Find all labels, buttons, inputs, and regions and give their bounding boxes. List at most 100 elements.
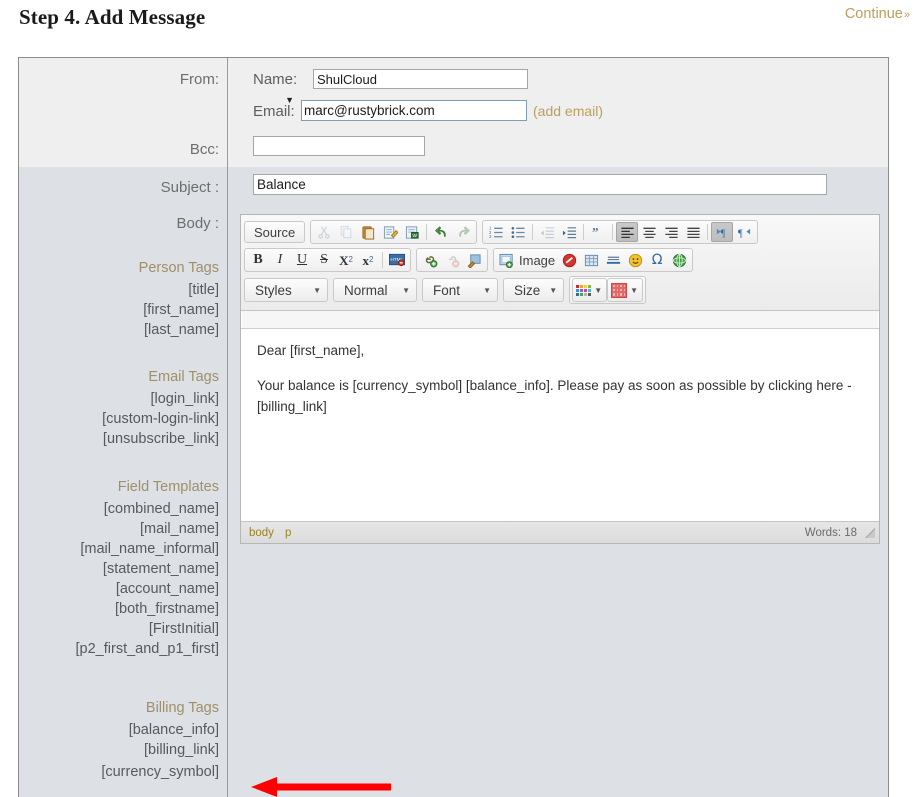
tag-combined-name[interactable]: [combined_name] bbox=[104, 501, 219, 517]
tag-first-name[interactable]: [first_name] bbox=[143, 302, 219, 318]
continue-link[interactable]: Continue» bbox=[845, 6, 910, 22]
tag-balance-info[interactable]: [balance_info] bbox=[129, 722, 219, 738]
label-bcc: Bcc: bbox=[189, 141, 219, 158]
superscript-icon[interactable]: x2 bbox=[357, 250, 379, 270]
tag-first-initial[interactable]: [FirstInitial] bbox=[149, 621, 219, 637]
chevron-down-icon: ▼ bbox=[313, 285, 321, 295]
tag-both-firstname[interactable]: [both_firstname] bbox=[115, 601, 219, 617]
toolbar-group-basic-styles: B I U S X2 x2 HTML bbox=[244, 248, 411, 272]
tag-p2-first-and-p1-first[interactable]: [p2_first_and_p1_first] bbox=[76, 641, 219, 657]
bcc-input[interactable] bbox=[253, 136, 425, 156]
image-icon[interactable]: Image bbox=[496, 250, 558, 270]
unlink-icon[interactable] bbox=[441, 250, 463, 270]
link-icon[interactable] bbox=[419, 250, 441, 270]
tag-last-name[interactable]: [last_name] bbox=[144, 322, 219, 338]
horizontal-rule-icon[interactable] bbox=[602, 250, 624, 270]
page-root: Step 4. Add Message Continue» From: Bcc:… bbox=[0, 0, 924, 797]
editor-content-area[interactable]: Dear [first_name], Your balance is [curr… bbox=[241, 328, 879, 521]
special-character-icon[interactable]: Ω bbox=[646, 250, 668, 270]
toolbar-separator bbox=[382, 252, 383, 268]
bold-icon[interactable]: B bbox=[247, 250, 269, 270]
remove-format-icon[interactable]: HTML bbox=[386, 250, 408, 270]
element-path-body[interactable]: body bbox=[249, 527, 274, 539]
toolbar-group-insert: Image Ω bbox=[493, 248, 694, 272]
tag-currency-symbol[interactable]: [currency_symbol] bbox=[101, 764, 219, 780]
text-color-icon[interactable]: ▼ bbox=[572, 278, 608, 302]
undo-icon[interactable] bbox=[430, 222, 452, 242]
add-email-link[interactable]: (add email) bbox=[533, 103, 603, 119]
justify-icon[interactable] bbox=[682, 222, 704, 242]
decrease-indent-icon[interactable] bbox=[536, 222, 558, 242]
tag-group-heading-person: Person Tags bbox=[138, 260, 219, 276]
redo-icon[interactable] bbox=[452, 222, 474, 242]
increase-indent-icon[interactable] bbox=[558, 222, 580, 242]
tag-mail-name-informal[interactable]: [mail_name_informal] bbox=[80, 541, 219, 557]
source-button[interactable]: Source bbox=[244, 221, 306, 243]
from-name-input[interactable] bbox=[313, 69, 528, 89]
tag-statement-name[interactable]: [statement_name] bbox=[103, 561, 219, 577]
italic-icon[interactable]: I bbox=[269, 250, 291, 270]
word-count: Words: 18 bbox=[804, 526, 857, 539]
continue-label: Continue bbox=[844, 6, 903, 22]
tag-title[interactable]: [title] bbox=[188, 282, 219, 298]
resize-handle-icon[interactable] bbox=[864, 527, 876, 539]
editor-toolbar: Source W 1 2 3 ” ¶ ¶ B I U S X 2 x 2 HTM… bbox=[241, 215, 879, 311]
tag-custom-login-link[interactable]: [custom-login-link] bbox=[102, 411, 219, 427]
font-dropdown[interactable]: Font ▼ bbox=[422, 278, 498, 302]
styles-dropdown[interactable]: Styles ▼ bbox=[244, 278, 328, 302]
subscript-icon[interactable]: X2 bbox=[335, 250, 357, 270]
copy-icon[interactable] bbox=[335, 222, 357, 242]
underline-icon[interactable]: U bbox=[291, 250, 313, 270]
smiley-icon[interactable] bbox=[624, 250, 646, 270]
font-dropdown-value: Font bbox=[433, 282, 461, 298]
blockquote-icon[interactable]: ” bbox=[587, 222, 609, 242]
tag-account-name[interactable]: [account_name] bbox=[116, 581, 219, 597]
toolbar-group-clipboard: W bbox=[310, 220, 478, 244]
cut-icon[interactable] bbox=[313, 222, 335, 242]
text-direction-rtl-icon[interactable]: ¶ bbox=[733, 222, 755, 242]
align-center-icon[interactable] bbox=[638, 222, 660, 242]
tag-unsubscribe-link[interactable]: [unsubscribe_link] bbox=[103, 431, 219, 447]
toolbar-row-2: B I U S X2 x2 HTML Image Ω bbox=[244, 246, 877, 274]
size-dropdown[interactable]: Size ▼ bbox=[503, 278, 565, 302]
paste-icon[interactable] bbox=[357, 222, 379, 242]
align-right-icon[interactable] bbox=[660, 222, 682, 242]
subject-input[interactable] bbox=[253, 174, 827, 195]
tag-group-heading-email: Email Tags bbox=[148, 369, 219, 385]
tag-mail-name[interactable]: [mail_name] bbox=[140, 521, 219, 537]
label-from: From: bbox=[179, 71, 219, 88]
paste-from-word-icon[interactable]: W bbox=[401, 222, 423, 242]
toolbar-group-colors: ▼ ▼ bbox=[569, 276, 647, 304]
strikethrough-icon[interactable]: S bbox=[313, 250, 335, 270]
from-email-select[interactable]: marc@rustybrick.com bbox=[301, 100, 527, 121]
background-color-icon[interactable]: ▼ bbox=[607, 278, 644, 302]
element-path-p[interactable]: p bbox=[285, 527, 291, 539]
svg-text:3: 3 bbox=[489, 234, 492, 239]
styles-dropdown-value: Styles bbox=[255, 282, 292, 298]
toolbar-row-1: Source W 1 2 3 ” ¶ ¶ bbox=[244, 218, 877, 246]
bulleted-list-icon[interactable] bbox=[507, 222, 529, 242]
align-left-icon[interactable] bbox=[616, 222, 639, 242]
tag-group-heading-field-templates: Field Templates bbox=[117, 479, 219, 495]
format-dropdown[interactable]: Normal ▼ bbox=[333, 278, 417, 302]
text-direction-ltr-icon[interactable]: ¶ bbox=[711, 222, 734, 242]
tag-billing-link[interactable]: [billing_link] bbox=[144, 742, 219, 758]
editor-status-bar: body p Words: 18 bbox=[241, 521, 879, 543]
page-title: Step 4. Add Message bbox=[19, 5, 206, 29]
format-dropdown-value: Normal bbox=[344, 282, 388, 298]
toolbar-group-lists-align: 123 ” ¶ ¶ bbox=[482, 220, 759, 244]
svg-text:¶: ¶ bbox=[720, 228, 725, 239]
toolbar-separator bbox=[532, 224, 534, 240]
paste-text-icon[interactable] bbox=[379, 222, 401, 242]
tag-login-link[interactable]: [login_link] bbox=[150, 391, 219, 407]
anchor-icon[interactable] bbox=[463, 250, 485, 270]
table-icon[interactable] bbox=[580, 250, 602, 270]
element-path: body p bbox=[241, 527, 291, 539]
chevron-down-icon: ▼ bbox=[549, 285, 558, 295]
flash-icon[interactable] bbox=[558, 250, 580, 270]
numbered-list-icon[interactable]: 123 bbox=[485, 222, 507, 242]
toolbar-separator bbox=[707, 224, 709, 240]
iframe-icon[interactable] bbox=[668, 250, 690, 270]
subscript-base: X bbox=[339, 252, 349, 268]
svg-text:¶: ¶ bbox=[738, 228, 743, 239]
